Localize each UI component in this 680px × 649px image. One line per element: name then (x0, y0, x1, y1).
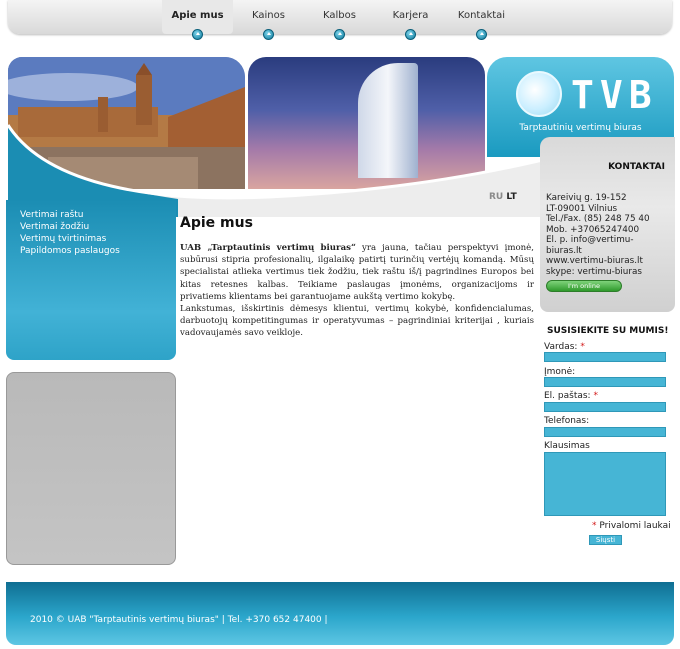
email-label-text: El. paštas: (544, 391, 591, 401)
email-field[interactable] (544, 402, 666, 412)
top-navigation-items: Apie mus Kainos Kalbos Karjera Kontaktai (162, 0, 517, 40)
name-label: Vardas: * (544, 342, 585, 352)
logo-text: TVB (571, 73, 658, 117)
contact-email-domain[interactable]: biuras.lt (546, 246, 650, 257)
nav-item-kontaktai[interactable]: Kontaktai (446, 0, 517, 40)
company-field[interactable] (544, 377, 666, 387)
send-button[interactable]: Siųsti (589, 535, 622, 545)
nav-item-kalbos[interactable]: Kalbos (304, 0, 375, 40)
left-menu-item-vertimai-rastu[interactable]: Vertimai raštu (20, 209, 120, 221)
page-title: Apie mus (180, 215, 253, 231)
language-switcher: RU LT (489, 192, 517, 202)
language-ru-link[interactable]: RU (489, 192, 503, 202)
contact-email[interactable]: El. p. info@vertimu- (546, 235, 650, 246)
nav-item-karjera[interactable]: Karjera (375, 0, 446, 40)
skype-online-badge[interactable]: I'm online (546, 280, 622, 292)
phone-field[interactable] (544, 427, 666, 437)
required-note-text: Privalomi laukai (596, 521, 671, 531)
phone-label: Telefonas: (544, 416, 590, 426)
nav-item-label: Karjera (392, 10, 429, 21)
footer-text: 2010 © UAB "Tarptautinis vertimų biuras"… (30, 615, 328, 625)
contact-website[interactable]: www.vertimu-biuras.lt (546, 256, 650, 267)
nav-item-label: Kontaktai (457, 10, 506, 21)
email-label: El. paštas: * (544, 391, 598, 401)
contact-city-line: LT-09001 Vilnius (546, 203, 618, 214)
left-empty-panel (6, 372, 176, 565)
main-text: UAB „Tarptautinis vertimų biuras“ yra ja… (180, 242, 534, 340)
nav-item-label: Kalbos (323, 10, 356, 21)
left-menu-item-papildomos-paslaugos[interactable]: Papildomos paslaugos (20, 245, 120, 257)
question-textarea[interactable] (544, 452, 666, 516)
company-label: Įmonė: (544, 367, 576, 377)
nav-arrow-icon (476, 29, 487, 40)
nav-arrow-icon (192, 29, 203, 40)
contacts-title: KONTAKTAI (608, 162, 665, 172)
company-name: UAB „Tarptautinis vertimų biuras“ (180, 243, 356, 253)
contact-phone-fax: Tel./Fax. (85) 248 75 40 (546, 214, 650, 224)
left-menu-panel: Vertimai raštu Vertimai žodžiu Vertimų t… (6, 200, 176, 360)
left-menu-item-vertimu-tvirtinimas[interactable]: Vertimų tvirtinimas (20, 233, 120, 245)
top-navigation: Apie mus Kainos Kalbos Karjera Kontaktai (8, 0, 672, 40)
footer: 2010 © UAB "Tarptautinis vertimų biuras"… (6, 582, 674, 645)
contact-skype: skype: vertimu-biuras (546, 266, 642, 277)
nav-item-apie-mus[interactable]: Apie mus (162, 0, 233, 40)
language-lt-link[interactable]: LT (506, 192, 516, 202)
name-field[interactable] (544, 352, 666, 362)
required-marker: * (580, 342, 585, 352)
left-menu: Vertimai raštu Vertimai žodžiu Vertimų t… (20, 209, 120, 257)
name-label-text: Vardas: (544, 342, 578, 352)
required-marker: * (593, 391, 598, 401)
nav-item-kainos[interactable]: Kainos (233, 0, 304, 40)
nav-item-label: Apie mus (171, 10, 224, 21)
nav-item-label: Kainos (252, 10, 285, 21)
globe-icon (516, 71, 562, 117)
nav-arrow-icon (405, 29, 416, 40)
left-menu-item-vertimai-zodziu[interactable]: Vertimai žodžiu (20, 221, 120, 233)
question-label: Klausimas (544, 441, 590, 451)
contact-form-title: SUSISIEKITE SU MUMIS! (547, 326, 669, 336)
contacts-panel: KONTAKTAI Kareivių g. 19-152 LT-09001 Vi… (540, 137, 675, 312)
nav-arrow-icon (334, 29, 345, 40)
nav-arrow-icon (263, 29, 274, 40)
contacts-details: Kareivių g. 19-152 LT-09001 Vilnius Tel.… (546, 193, 650, 277)
about-paragraph-2: Lankstumas, išskirtinis dėmesys klientui… (180, 304, 534, 339)
contact-mobile: Mob. +37065247400 (546, 224, 640, 235)
required-fields-note: * Privalomi laukai (592, 521, 671, 531)
contact-address-line: Kareivių g. 19-152 (546, 193, 627, 203)
